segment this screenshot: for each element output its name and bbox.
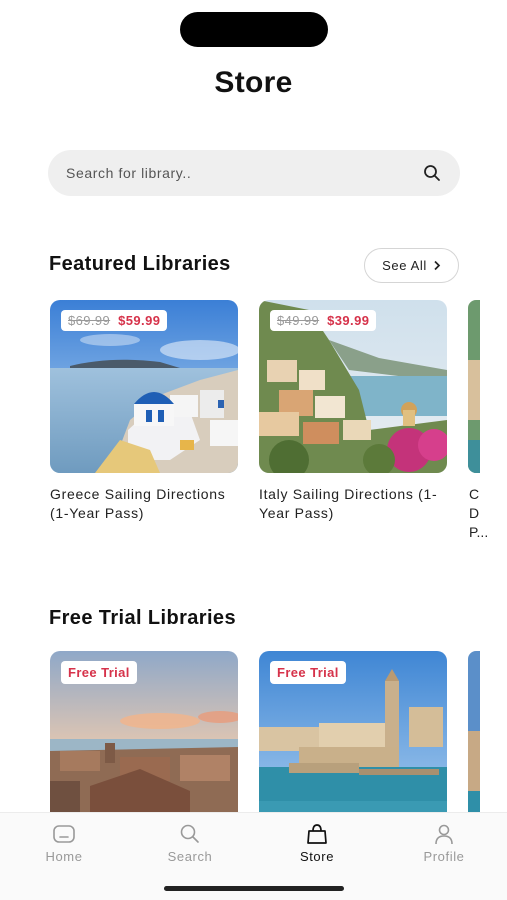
tab-profile-label: Profile	[423, 849, 465, 864]
featured-libraries-heading: Featured Libraries	[49, 253, 231, 275]
free-trial-badge: Free Trial	[270, 661, 346, 684]
bag-icon	[307, 824, 327, 844]
search-icon	[180, 824, 199, 843]
trial-card-harbor-town[interactable]: Free Trial	[259, 651, 447, 824]
trial-card-peek[interactable]	[468, 651, 480, 824]
page-title: Store	[214, 66, 293, 99]
search-bar[interactable]	[48, 150, 460, 196]
person-icon	[435, 824, 453, 845]
library-card-title: Greece Sailing Directions (1-Year Pass)	[50, 486, 226, 521]
dynamic-island	[180, 12, 328, 47]
library-card-italy[interactable]: $49.99 $39.99 Italy Sailing Directions (…	[259, 300, 447, 523]
tab-home-label: Home	[45, 849, 83, 864]
see-all-button[interactable]: See All	[364, 248, 459, 283]
trial-card-coastal-town[interactable]: Free Trial	[50, 651, 238, 824]
tab-store-label: Store	[299, 849, 335, 864]
tab-profile[interactable]: Profile	[399, 823, 489, 864]
see-all-label: See All	[382, 258, 427, 273]
italy-image: $49.99 $39.99	[259, 300, 447, 473]
home-indicator	[164, 886, 344, 891]
sale-price: $39.99	[327, 313, 370, 328]
original-price: $69.99	[68, 313, 111, 328]
free-trial-libraries-heading: Free Trial Libraries	[49, 607, 236, 629]
price-tag: $69.99 $59.99	[61, 310, 168, 331]
search-icon[interactable]	[422, 163, 442, 183]
tab-home[interactable]: Home	[19, 823, 109, 864]
tab-search-label: Search	[167, 849, 213, 864]
home-icon	[53, 825, 75, 843]
search-input[interactable]	[66, 165, 422, 181]
library-card-peek-title: C D P...	[469, 486, 489, 540]
library-card-title: Italy Sailing Directions (1-Year Pass)	[259, 486, 438, 521]
free-trial-badge: Free Trial	[61, 661, 137, 684]
library-card-greece[interactable]: $69.99 $59.99 Greece Sailing Directions …	[50, 300, 238, 523]
library-card-peek[interactable]	[468, 300, 480, 473]
greece-image: $69.99 $59.99	[50, 300, 238, 473]
coastal-town-image: Free Trial	[50, 651, 238, 824]
sale-price: $59.99	[118, 313, 161, 328]
harbor-town-image: Free Trial	[259, 651, 447, 824]
tab-search[interactable]: Search	[145, 823, 235, 864]
price-tag: $49.99 $39.99	[270, 310, 377, 331]
original-price: $49.99	[277, 313, 320, 328]
chevron-right-icon	[434, 260, 441, 271]
tab-store[interactable]: Store	[272, 823, 362, 864]
